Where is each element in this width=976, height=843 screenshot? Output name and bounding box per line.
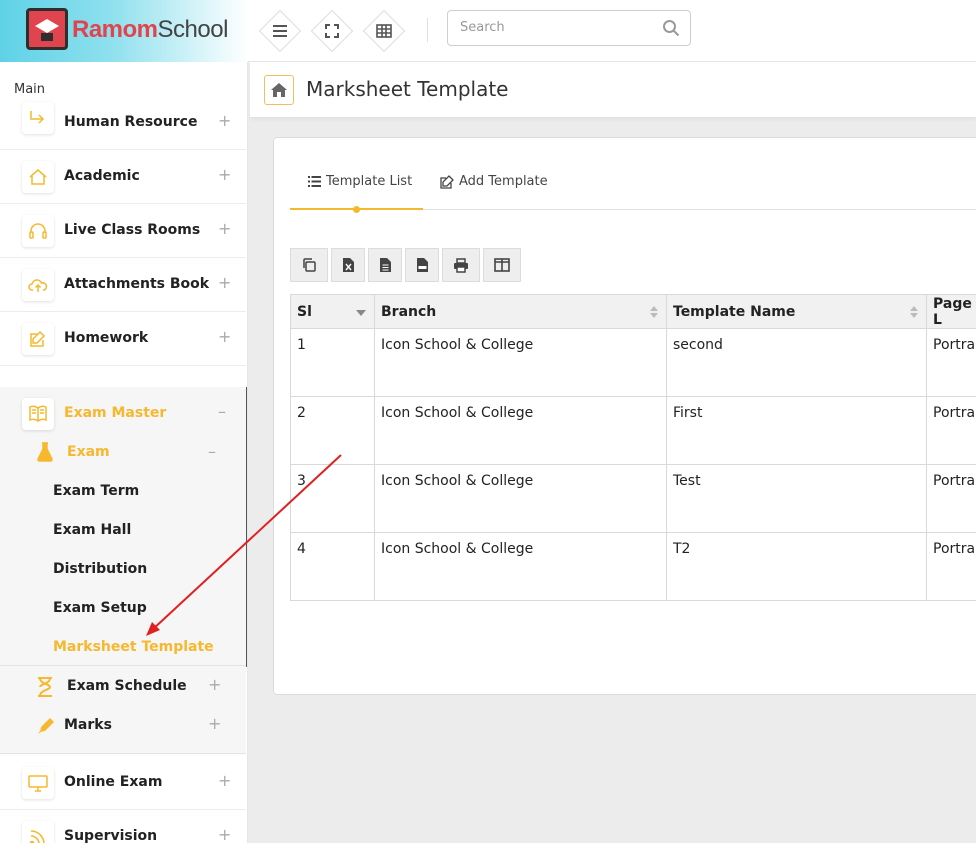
pdf-file-icon xyxy=(416,258,428,272)
menu-toggle-button[interactable] xyxy=(257,8,303,54)
sidebar-scrollbar[interactable] xyxy=(246,387,247,667)
column-visibility-button[interactable] xyxy=(483,248,521,282)
home-icon xyxy=(271,83,287,97)
return-icon xyxy=(30,111,45,124)
sidebar-divider xyxy=(0,665,246,666)
rss-icon xyxy=(29,830,45,843)
template-table: Sl Branch Template Name Page L 1 Icon Sc… xyxy=(290,294,976,601)
exam-master-expanded: Exam Master – Exam – Exam Term Exam Hall… xyxy=(0,387,247,754)
copy-icon xyxy=(303,258,316,272)
sort-desc-icon xyxy=(356,310,366,316)
search-icon[interactable] xyxy=(662,19,680,37)
sidebar-item-exam-master[interactable]: Exam Master – xyxy=(0,387,246,441)
sidebar-link-exam-term[interactable]: Exam Term xyxy=(53,483,139,499)
sidebar-item-live-class-rooms[interactable]: Live Class Rooms + xyxy=(0,204,246,258)
excel-file-icon xyxy=(342,258,354,272)
list-icon xyxy=(308,176,321,187)
book-icon xyxy=(29,405,47,422)
sidebar-item-human-resource[interactable]: Human Resource + xyxy=(0,96,246,150)
page-title-bar: Marksheet Template xyxy=(250,62,976,118)
cloud-upload-icon xyxy=(28,279,48,292)
sidebar-item-homework[interactable]: Homework + xyxy=(0,312,246,366)
hourglass-icon xyxy=(38,677,52,697)
table-row: 4 Icon School & College T2 Portrai xyxy=(290,532,976,601)
home-button[interactable] xyxy=(264,75,294,105)
sidebar-link-distribution[interactable]: Distribution xyxy=(53,561,147,577)
logo-area: RamomSchool xyxy=(0,0,248,62)
column-header-branch[interactable]: Branch xyxy=(374,294,667,329)
tab-bar: Template List Add Template xyxy=(290,160,976,213)
tab-add-template[interactable]: Add Template xyxy=(440,174,548,189)
search-input[interactable] xyxy=(460,20,650,35)
sort-icon xyxy=(650,306,658,318)
column-header-template-name[interactable]: Template Name xyxy=(666,294,927,329)
print-button[interactable] xyxy=(442,248,480,282)
sidebar-item-academic[interactable]: Academic + xyxy=(0,150,246,204)
sort-icon xyxy=(910,306,918,318)
csv-export-button[interactable] xyxy=(368,248,402,282)
headset-icon xyxy=(29,223,47,239)
table-header-row: Sl Branch Template Name Page L xyxy=(290,294,976,329)
columns-icon xyxy=(494,258,510,272)
sidebar-link-exam-setup[interactable]: Exam Setup xyxy=(53,600,147,616)
sidebar-item-attachments-book[interactable]: Attachments Book + xyxy=(0,258,246,312)
column-header-page-layout[interactable]: Page L xyxy=(926,294,976,329)
table-row: 3 Icon School & College Test Portrai xyxy=(290,464,976,533)
fullscreen-icon xyxy=(325,24,339,38)
active-tab-indicator xyxy=(353,206,360,213)
header-divider xyxy=(427,18,428,42)
search-box xyxy=(447,10,691,46)
file-text-icon xyxy=(379,258,391,272)
pdf-export-button[interactable] xyxy=(405,248,439,282)
flask-icon xyxy=(37,442,53,462)
sidebar-section-label: Main xyxy=(14,82,46,97)
table-row: 1 Icon School & College second Portrai xyxy=(290,328,976,397)
edit-icon xyxy=(30,330,46,347)
excel-export-button[interactable] xyxy=(331,248,365,282)
apps-grid-button[interactable] xyxy=(361,8,407,54)
export-toolbar xyxy=(290,248,521,282)
page-title: Marksheet Template xyxy=(306,77,509,101)
grid-icon xyxy=(376,24,392,38)
app-logo-text[interactable]: RamomSchool xyxy=(72,16,228,44)
column-header-sl[interactable]: Sl xyxy=(290,294,375,329)
top-header: RamomSchool xyxy=(0,0,976,62)
monitor-icon xyxy=(28,775,48,792)
edit-icon xyxy=(440,174,454,189)
copy-button[interactable] xyxy=(290,248,328,282)
fullscreen-button[interactable] xyxy=(309,8,355,54)
tab-template-list[interactable]: Template List xyxy=(308,174,412,189)
school-logo-icon xyxy=(26,8,68,50)
sidebar-item-supervision[interactable]: Supervision + xyxy=(0,810,246,843)
print-icon xyxy=(454,257,468,273)
template-card: Template List Add Template Sl Branch Tem… xyxy=(273,137,976,695)
sidebar: Main Human Resource + Academic + Live Cl… xyxy=(0,62,248,843)
home-icon xyxy=(29,169,47,185)
sidebar-item-online-exam[interactable]: Online Exam + xyxy=(0,756,246,810)
sidebar-link-marksheet-template[interactable]: Marksheet Template xyxy=(53,639,214,655)
table-row: 2 Icon School & College First Portrai xyxy=(290,396,976,465)
marker-icon xyxy=(38,718,54,734)
hamburger-icon xyxy=(273,25,287,37)
sidebar-link-exam-hall[interactable]: Exam Hall xyxy=(53,522,131,538)
